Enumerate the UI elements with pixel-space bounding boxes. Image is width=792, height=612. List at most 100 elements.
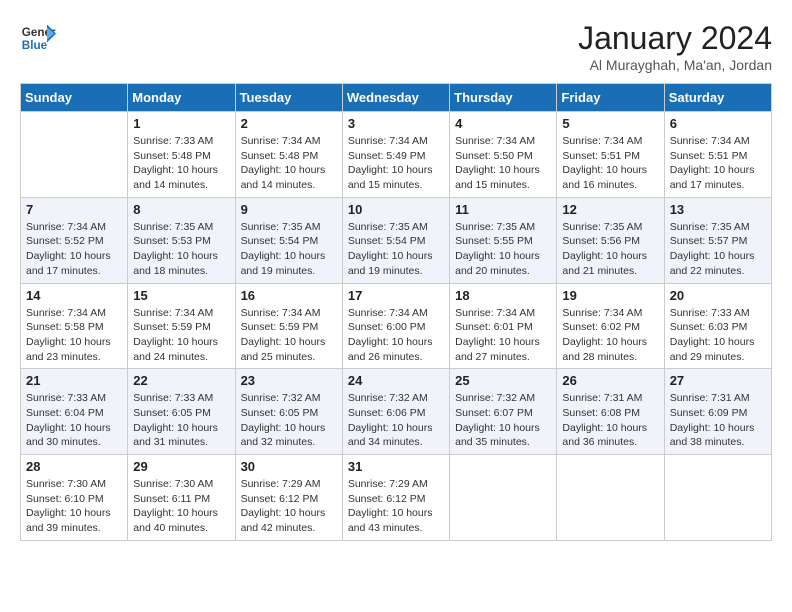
day-number: 29 (133, 459, 229, 474)
week-row-2: 7Sunrise: 7:34 AMSunset: 5:52 PMDaylight… (21, 197, 772, 283)
day-info: Sunrise: 7:34 AMSunset: 5:51 PMDaylight:… (562, 134, 658, 193)
day-number: 30 (241, 459, 337, 474)
day-info: Sunrise: 7:34 AMSunset: 6:01 PMDaylight:… (455, 306, 551, 365)
calendar-cell: 10Sunrise: 7:35 AMSunset: 5:54 PMDayligh… (342, 197, 449, 283)
day-number: 8 (133, 202, 229, 217)
day-info: Sunrise: 7:32 AMSunset: 6:05 PMDaylight:… (241, 391, 337, 450)
calendar-cell: 16 Sunrise: 7:34 AMSunset: 5:59 PMDayligh… (235, 283, 342, 369)
calendar-cell: 1Sunrise: 7:33 AMSunset: 5:48 PMDaylight… (128, 112, 235, 198)
calendar-cell: 28 Sunrise: 7:30 AMSunset: 6:10 PMDayligh… (21, 455, 128, 541)
weekday-header-saturday: Saturday (664, 84, 771, 112)
calendar-cell: 12Sunrise: 7:35 AMSunset: 5:56 PMDayligh… (557, 197, 664, 283)
day-number: 23 (241, 373, 337, 388)
day-info: Sunrise: 7:29 AMSunset: 6:12 PMDaylight:… (241, 477, 337, 536)
day-number: 25 (455, 373, 551, 388)
day-number: 3 (348, 116, 444, 131)
logo-icon: General Blue (20, 20, 56, 56)
week-row-4: 21 Sunrise: 7:33 AMSunset: 6:04 PMDayligh… (21, 369, 772, 455)
day-info: Sunrise: 7:34 AMSunset: 5:58 PMDaylight:… (26, 306, 122, 365)
day-info: Sunrise: 7:34 AMSunset: 5:51 PMDaylight:… (670, 134, 766, 193)
calendar-cell: 25 Sunrise: 7:32 AMSunset: 6:07 PMDayligh… (450, 369, 557, 455)
calendar-title: January 2024 (578, 20, 772, 57)
weekday-header-sunday: Sunday (21, 84, 128, 112)
day-info: Sunrise: 7:30 AMSunset: 6:10 PMDaylight:… (26, 477, 122, 536)
week-row-5: 28 Sunrise: 7:30 AMSunset: 6:10 PMDayligh… (21, 455, 772, 541)
day-number: 10 (348, 202, 444, 217)
day-info: Sunrise: 7:35 AMSunset: 5:53 PMDaylight:… (133, 220, 229, 279)
day-info: Sunrise: 7:29 AMSunset: 6:12 PMDaylight:… (348, 477, 444, 536)
calendar-cell (450, 455, 557, 541)
day-number: 17 (348, 288, 444, 303)
day-info: Sunrise: 7:34 AMSunset: 6:00 PMDaylight:… (348, 306, 444, 365)
day-info: Sunrise: 7:31 AMSunset: 6:09 PMDaylight:… (670, 391, 766, 450)
day-number: 15 (133, 288, 229, 303)
calendar-cell: 8 Sunrise: 7:35 AMSunset: 5:53 PMDaylight… (128, 197, 235, 283)
day-number: 28 (26, 459, 122, 474)
calendar-cell: 5 Sunrise: 7:34 AMSunset: 5:51 PMDaylight… (557, 112, 664, 198)
page-header: General Blue January 2024 Al Murayghah, … (20, 20, 772, 73)
calendar-subtitle: Al Murayghah, Ma'an, Jordan (578, 57, 772, 73)
calendar-cell: 2Sunrise: 7:34 AMSunset: 5:48 PMDaylight… (235, 112, 342, 198)
calendar-cell: 11Sunrise: 7:35 AMSunset: 5:55 PMDayligh… (450, 197, 557, 283)
calendar-cell: 27Sunrise: 7:31 AMSunset: 6:09 PMDayligh… (664, 369, 771, 455)
calendar-cell: 4Sunrise: 7:34 AMSunset: 5:50 PMDaylight… (450, 112, 557, 198)
day-info: Sunrise: 7:35 AMSunset: 5:55 PMDaylight:… (455, 220, 551, 279)
calendar-cell: 26Sunrise: 7:31 AMSunset: 6:08 PMDayligh… (557, 369, 664, 455)
day-number: 21 (26, 373, 122, 388)
day-number: 6 (670, 116, 766, 131)
day-number: 22 (133, 373, 229, 388)
day-number: 12 (562, 202, 658, 217)
day-number: 31 (348, 459, 444, 474)
calendar-cell (21, 112, 128, 198)
day-number: 5 (562, 116, 658, 131)
day-number: 13 (670, 202, 766, 217)
day-info: Sunrise: 7:33 AMSunset: 6:05 PMDaylight:… (133, 391, 229, 450)
day-number: 16 (241, 288, 337, 303)
day-info: Sunrise: 7:32 AMSunset: 6:07 PMDaylight:… (455, 391, 551, 450)
calendar-cell: 30 Sunrise: 7:29 AMSunset: 6:12 PMDayligh… (235, 455, 342, 541)
weekday-header-monday: Monday (128, 84, 235, 112)
title-area: January 2024 Al Murayghah, Ma'an, Jordan (578, 20, 772, 73)
calendar-cell: 15Sunrise: 7:34 AMSunset: 5:59 PMDayligh… (128, 283, 235, 369)
calendar-cell: 13 Sunrise: 7:35 AMSunset: 5:57 PMDayligh… (664, 197, 771, 283)
calendar-cell: 9 Sunrise: 7:35 AMSunset: 5:54 PMDaylight… (235, 197, 342, 283)
week-row-3: 14Sunrise: 7:34 AMSunset: 5:58 PMDayligh… (21, 283, 772, 369)
calendar-cell: 3 Sunrise: 7:34 AMSunset: 5:49 PMDaylight… (342, 112, 449, 198)
weekday-header-row: SundayMondayTuesdayWednesdayThursdayFrid… (21, 84, 772, 112)
day-info: Sunrise: 7:34 AMSunset: 5:59 PMDaylight:… (241, 306, 337, 365)
week-row-1: 1Sunrise: 7:33 AMSunset: 5:48 PMDaylight… (21, 112, 772, 198)
calendar-cell: 23 Sunrise: 7:32 AMSunset: 6:05 PMDayligh… (235, 369, 342, 455)
day-info: Sunrise: 7:34 AMSunset: 5:49 PMDaylight:… (348, 134, 444, 193)
calendar-cell: 21 Sunrise: 7:33 AMSunset: 6:04 PMDayligh… (21, 369, 128, 455)
day-info: Sunrise: 7:33 AMSunset: 5:48 PMDaylight:… (133, 134, 229, 193)
calendar-table: SundayMondayTuesdayWednesdayThursdayFrid… (20, 83, 772, 541)
day-info: Sunrise: 7:34 AMSunset: 6:02 PMDaylight:… (562, 306, 658, 365)
calendar-cell: 24 Sunrise: 7:32 AMSunset: 6:06 PMDayligh… (342, 369, 449, 455)
day-number: 24 (348, 373, 444, 388)
calendar-cell (557, 455, 664, 541)
calendar-cell: 22 Sunrise: 7:33 AMSunset: 6:05 PMDayligh… (128, 369, 235, 455)
calendar-cell: 17 Sunrise: 7:34 AMSunset: 6:00 PMDayligh… (342, 283, 449, 369)
day-number: 9 (241, 202, 337, 217)
day-info: Sunrise: 7:31 AMSunset: 6:08 PMDaylight:… (562, 391, 658, 450)
calendar-cell: 31 Sunrise: 7:29 AMSunset: 6:12 PMDayligh… (342, 455, 449, 541)
day-number: 18 (455, 288, 551, 303)
day-info: Sunrise: 7:33 AMSunset: 6:03 PMDaylight:… (670, 306, 766, 365)
calendar-cell: 18 Sunrise: 7:34 AMSunset: 6:01 PMDayligh… (450, 283, 557, 369)
logo: General Blue (20, 20, 56, 56)
calendar-cell (664, 455, 771, 541)
day-info: Sunrise: 7:35 AMSunset: 5:54 PMDaylight:… (241, 220, 337, 279)
day-info: Sunrise: 7:32 AMSunset: 6:06 PMDaylight:… (348, 391, 444, 450)
day-info: Sunrise: 7:35 AMSunset: 5:57 PMDaylight:… (670, 220, 766, 279)
calendar-cell: 20Sunrise: 7:33 AMSunset: 6:03 PMDayligh… (664, 283, 771, 369)
calendar-cell: 7Sunrise: 7:34 AMSunset: 5:52 PMDaylight… (21, 197, 128, 283)
day-info: Sunrise: 7:33 AMSunset: 6:04 PMDaylight:… (26, 391, 122, 450)
calendar-cell: 14Sunrise: 7:34 AMSunset: 5:58 PMDayligh… (21, 283, 128, 369)
weekday-header-wednesday: Wednesday (342, 84, 449, 112)
calendar-cell: 19Sunrise: 7:34 AMSunset: 6:02 PMDayligh… (557, 283, 664, 369)
day-info: Sunrise: 7:34 AMSunset: 5:48 PMDaylight:… (241, 134, 337, 193)
svg-text:Blue: Blue (22, 39, 48, 52)
weekday-header-tuesday: Tuesday (235, 84, 342, 112)
calendar-cell: 6 Sunrise: 7:34 AMSunset: 5:51 PMDaylight… (664, 112, 771, 198)
day-info: Sunrise: 7:34 AMSunset: 5:50 PMDaylight:… (455, 134, 551, 193)
